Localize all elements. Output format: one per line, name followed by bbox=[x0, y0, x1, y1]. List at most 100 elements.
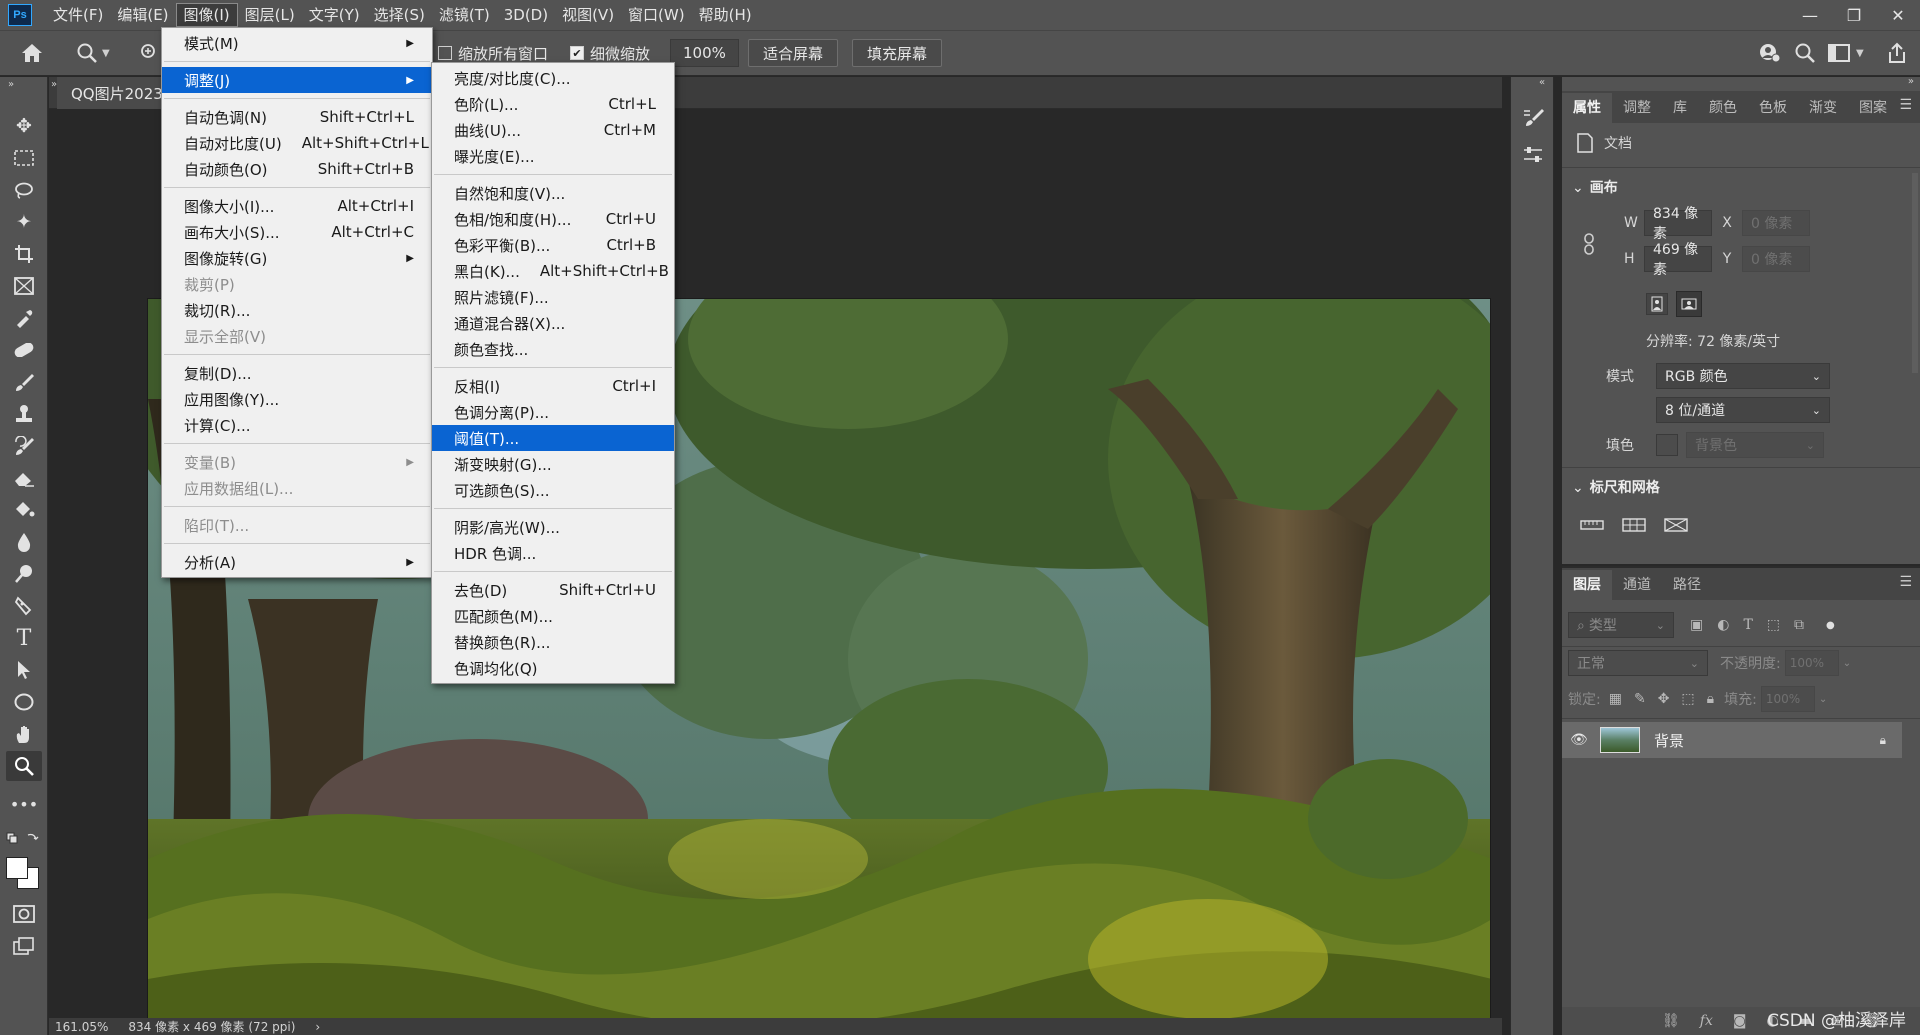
menu-10[interactable]: 帮助(H) bbox=[692, 3, 759, 27]
adjust-menu-item[interactable]: 照片滤镜(F)... bbox=[432, 284, 674, 310]
share-icon[interactable] bbox=[1886, 39, 1908, 67]
properties-tab-5[interactable]: 渐变 bbox=[1798, 93, 1848, 123]
restore-button[interactable]: ❐ bbox=[1832, 0, 1876, 30]
type-tool-icon[interactable]: T bbox=[6, 623, 42, 653]
collapse-icon[interactable]: » bbox=[8, 79, 14, 90]
image-menu-item[interactable]: 图像大小(I)... Alt+Ctrl+I bbox=[162, 193, 432, 219]
adjust-menu-item[interactable]: 匹配颜色(M)... bbox=[432, 603, 674, 629]
image-menu-item[interactable]: 画布大小(S)... Alt+Ctrl+C bbox=[162, 219, 432, 245]
search-icon[interactable] bbox=[1794, 39, 1816, 67]
layer-filter-select[interactable]: ⌕ 类型 ⌄ bbox=[1568, 612, 1674, 638]
move-tool-icon[interactable]: ✥ bbox=[6, 111, 42, 141]
adjustment-sliders-icon[interactable] bbox=[1517, 139, 1549, 171]
adjust-menu-item[interactable]: 色阶(L)... Ctrl+L bbox=[432, 91, 674, 117]
image-menu-item[interactable]: 应用图像(Y)... bbox=[162, 386, 432, 412]
home-icon[interactable] bbox=[20, 39, 44, 67]
brush-tool-icon[interactable] bbox=[6, 367, 42, 397]
canvas-section-header[interactable]: ⌄ 画布 bbox=[1572, 177, 1618, 197]
path-selection-tool-icon[interactable] bbox=[6, 655, 42, 685]
filter-shape-icon[interactable]: ⬚ bbox=[1767, 617, 1780, 633]
clone-stamp-tool-icon[interactable] bbox=[6, 399, 42, 429]
lock-transparent-icon[interactable]: ▦ bbox=[1609, 691, 1622, 707]
status-chevron-icon[interactable]: › bbox=[315, 1020, 320, 1034]
lock-artboard-icon[interactable]: ⬚ bbox=[1681, 691, 1694, 707]
adjust-menu-item[interactable]: 曝光度(E)... bbox=[432, 143, 674, 169]
lock-all-icon[interactable]: 🔒︎ bbox=[1707, 691, 1714, 707]
add-mask-icon[interactable]: ◙ bbox=[1733, 1013, 1747, 1029]
adjust-menu-item[interactable]: HDR 色调... bbox=[432, 540, 674, 566]
lock-paint-icon[interactable]: ✎ bbox=[1634, 691, 1646, 707]
status-zoom[interactable]: 161.05% bbox=[55, 1020, 108, 1034]
filter-adjustment-icon[interactable]: ◐ bbox=[1717, 617, 1729, 633]
adjust-menu-item[interactable]: 色相/饱和度(H)... Ctrl+U bbox=[432, 206, 674, 232]
menu-9[interactable]: 窗口(W) bbox=[621, 3, 692, 27]
menu-7[interactable]: 3D(D) bbox=[497, 3, 555, 27]
adjust-menu-item[interactable]: 通道混合器(X)... bbox=[432, 310, 674, 336]
fit-screen-button[interactable]: 适合屏幕 bbox=[748, 39, 839, 67]
close-button[interactable]: ✕ bbox=[1876, 0, 1920, 30]
menu-8[interactable]: 视图(V) bbox=[555, 3, 621, 27]
image-menu-item[interactable]: 模式(M) ▶ bbox=[162, 30, 432, 56]
adjust-menu-item[interactable]: 颜色查找... bbox=[432, 336, 674, 362]
image-menu-item[interactable]: 分析(A) ▶ bbox=[162, 549, 432, 575]
adjust-menu-item[interactable]: 曲线(U)... Ctrl+M bbox=[432, 117, 674, 143]
adjust-menu-item[interactable]: 色调均化(Q) bbox=[432, 655, 674, 681]
adjust-menu-item[interactable]: 自然饱和度(V)... bbox=[432, 180, 674, 206]
blend-mode-select[interactable]: 正常 ⌄ bbox=[1568, 650, 1708, 676]
more-tools-icon[interactable]: ••• bbox=[6, 789, 42, 819]
panel-menu-icon[interactable]: ☰ bbox=[1899, 574, 1912, 590]
zoom-in-icon[interactable] bbox=[140, 39, 160, 67]
properties-tab-4[interactable]: 色板 bbox=[1748, 93, 1798, 123]
fill-color-swatch[interactable] bbox=[1656, 434, 1678, 456]
lasso-tool-icon[interactable] bbox=[6, 175, 42, 205]
healing-brush-tool-icon[interactable] bbox=[6, 335, 42, 365]
user-discover-icon[interactable] bbox=[1758, 39, 1782, 67]
image-menu-item[interactable]: 图像旋转(G) ▶ bbox=[162, 245, 432, 271]
collapse-icon[interactable]: » bbox=[1908, 76, 1914, 87]
adjust-menu-item[interactable]: 色彩平衡(B)... Ctrl+B bbox=[432, 232, 674, 258]
minimize-button[interactable]: — bbox=[1788, 0, 1832, 30]
layers-tab-2[interactable]: 路径 bbox=[1662, 570, 1712, 600]
image-menu-item[interactable]: 自动对比度(U) Alt+Shift+Ctrl+L bbox=[162, 130, 432, 156]
fill-select[interactable]: 背景色 ⌄ bbox=[1686, 432, 1824, 458]
adjust-menu-item[interactable]: 渐变映射(G)... bbox=[432, 451, 674, 477]
paint-bucket-tool-icon[interactable] bbox=[6, 495, 42, 525]
zoom-tool-icon[interactable] bbox=[6, 751, 42, 781]
fill-field[interactable]: 100% bbox=[1760, 686, 1815, 712]
eraser-tool-icon[interactable] bbox=[6, 463, 42, 493]
layer-lock-icon[interactable]: 🔒︎ bbox=[1880, 733, 1886, 748]
width-field[interactable]: 834 像素 bbox=[1644, 206, 1712, 242]
workspace-icon[interactable]: ▼ bbox=[1828, 39, 1864, 67]
visibility-eye-icon[interactable]: 👁︎ bbox=[1570, 732, 1596, 748]
layers-tab-1[interactable]: 通道 bbox=[1612, 570, 1662, 600]
layer-style-icon[interactable]: fx bbox=[1700, 1013, 1713, 1029]
panel-menu-icon[interactable]: ☰ bbox=[1899, 97, 1912, 113]
menu-1[interactable]: 编辑(E) bbox=[110, 3, 175, 27]
blur-tool-icon[interactable] bbox=[6, 527, 42, 557]
zoom-tool-preset-icon[interactable]: ▼ bbox=[76, 39, 110, 67]
opacity-field[interactable]: 100% bbox=[1784, 650, 1839, 676]
ellipse-tool-icon[interactable] bbox=[6, 687, 42, 717]
y-field[interactable]: 0 像素 bbox=[1742, 246, 1810, 272]
image-menu-item[interactable]: 自动颜色(O) Shift+Ctrl+B bbox=[162, 156, 432, 182]
adjust-menu-item[interactable]: 色调分离(P)... bbox=[432, 399, 674, 425]
image-menu-item[interactable]: 自动色调(N) Shift+Ctrl+L bbox=[162, 104, 432, 130]
properties-tab-1[interactable]: 调整 bbox=[1612, 93, 1662, 123]
layers-tab-0[interactable]: 图层 bbox=[1562, 570, 1612, 600]
properties-tab-6[interactable]: 图案 bbox=[1848, 93, 1898, 123]
adjust-menu-item[interactable]: 阴影/高光(W)... bbox=[432, 514, 674, 540]
layer-row-background[interactable]: 👁︎ 背景 🔒︎ bbox=[1562, 722, 1902, 758]
history-brush-tool-icon[interactable] bbox=[6, 431, 42, 461]
rulers-grid-section-header[interactable]: ⌄ 标尺和网格 bbox=[1572, 477, 1660, 497]
menu-4[interactable]: 文字(Y) bbox=[302, 3, 367, 27]
hand-tool-icon[interactable] bbox=[6, 719, 42, 749]
marquee-tool-icon[interactable] bbox=[6, 143, 42, 173]
expand-icon[interactable]: « bbox=[1539, 77, 1545, 88]
bit-depth-select[interactable]: 8 位/通道 ⌄ bbox=[1656, 397, 1830, 423]
menu-5[interactable]: 选择(S) bbox=[367, 3, 432, 27]
adjust-menu-item[interactable]: 亮度/对比度(C)... bbox=[432, 65, 674, 91]
properties-tab-3[interactable]: 颜色 bbox=[1698, 93, 1748, 123]
image-menu-item[interactable]: 复制(D)... bbox=[162, 360, 432, 386]
crop-tool-icon[interactable] bbox=[6, 239, 42, 269]
quick-mask-icon[interactable] bbox=[6, 899, 42, 929]
